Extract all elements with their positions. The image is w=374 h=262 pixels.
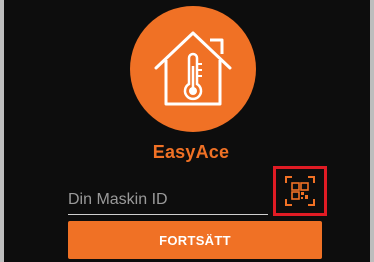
machine-id-field[interactable]: [68, 188, 268, 215]
house-thermometer-icon: [154, 31, 232, 106]
app-name: EasyAce: [152, 142, 230, 162]
app-logo: [130, 6, 256, 132]
app-screen: EasyAce FORTSÄTT: [0, 0, 374, 262]
qr-scan-button[interactable]: [273, 166, 327, 216]
qr-code-scan-icon: [285, 176, 315, 206]
machine-id-input[interactable]: [68, 188, 268, 212]
continue-button[interactable]: FORTSÄTT: [68, 221, 322, 259]
